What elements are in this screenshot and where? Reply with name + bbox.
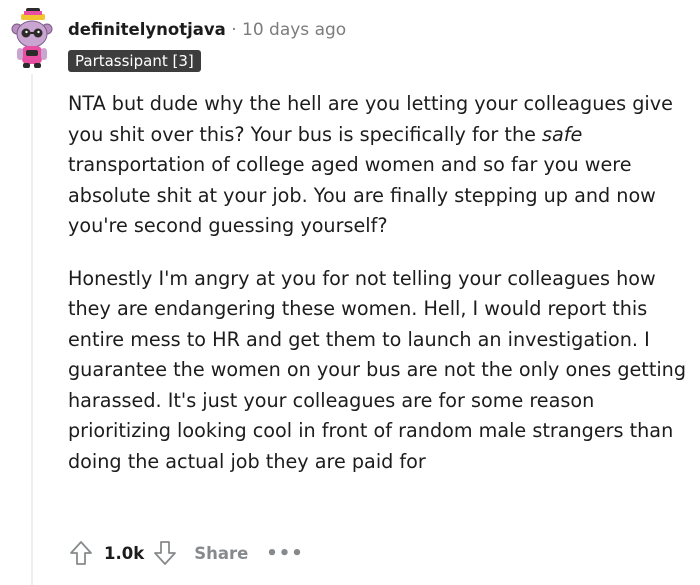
comment-actions: 1.0k Share ••• [66,537,304,569]
comment-body: NTA but dude why the hell are you lettin… [68,89,693,499]
thread-line[interactable] [31,74,33,585]
avatar-snoo-icon [11,8,53,68]
upvote-button[interactable] [66,538,96,568]
more-options-button[interactable]: ••• [266,543,304,564]
comment-paragraph: NTA but dude why the hell are you lettin… [68,89,693,242]
share-button[interactable]: Share [194,544,248,563]
comment-paragraph: Honestly I'm angry at you for not tellin… [68,266,687,473]
comment-header: definitelynotjava · 10 days ago [68,18,346,42]
meta-separator: · [231,20,237,40]
comment-text: transportation of college aged women and… [68,153,656,237]
username-link[interactable]: definitelynotjava [68,20,226,39]
timestamp-link[interactable]: 10 days ago [242,20,346,40]
comment-emphasis: safe [542,122,583,146]
arrow-down-icon [154,541,177,565]
downvote-button[interactable] [150,538,180,568]
vote-score: 1.0k [104,543,145,563]
user-flair: Partassipant [3] [68,50,201,72]
avatar[interactable] [10,8,54,70]
arrow-up-icon [70,541,92,565]
